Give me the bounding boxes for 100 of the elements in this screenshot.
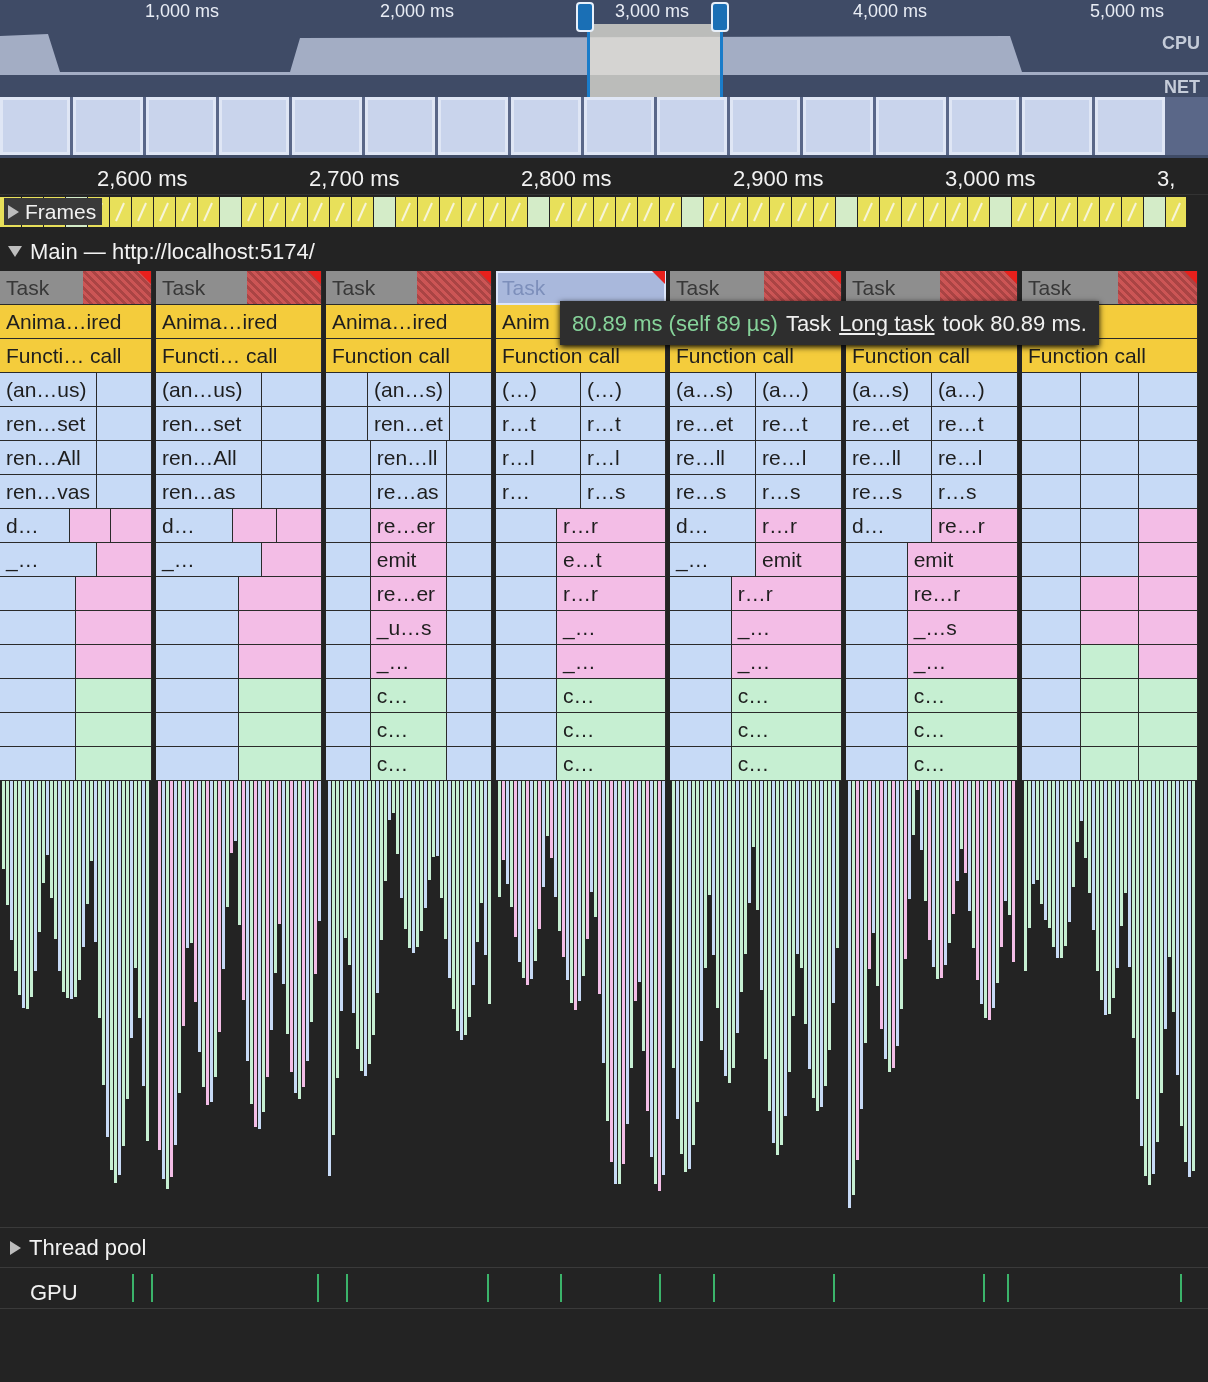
call-bar[interactable]: r…l — [581, 441, 666, 475]
call-bar[interactable]: c… — [557, 747, 666, 781]
flame-bar[interactable] — [326, 407, 369, 441]
flame-bar[interactable] — [670, 645, 732, 679]
flame-bar[interactable] — [97, 407, 152, 441]
call-bar[interactable]: re…as — [370, 475, 448, 509]
flame-bar[interactable] — [1139, 611, 1198, 645]
call-bar[interactable]: re…l — [756, 441, 842, 475]
expand-toggle[interactable] — [8, 204, 19, 219]
flame-bar[interactable] — [262, 407, 322, 441]
call-bar[interactable]: re…er — [370, 509, 448, 543]
flame-bar[interactable] — [1022, 509, 1081, 543]
expand-toggle[interactable] — [8, 245, 22, 257]
flame-bar[interactable] — [1139, 543, 1198, 577]
long-task-link[interactable]: Long task — [839, 306, 935, 340]
call-bar[interactable]: emit — [907, 543, 1018, 577]
call-bar[interactable]: re…ll — [670, 441, 756, 475]
flame-bar[interactable] — [97, 373, 152, 407]
task-bar[interactable]: Task — [0, 271, 152, 305]
flame-bar[interactable] — [76, 713, 152, 747]
flame-bar[interactable] — [447, 543, 492, 577]
flame-bar[interactable] — [156, 747, 239, 781]
flame-bar[interactable] — [447, 713, 492, 747]
call-bar[interactable]: e…t — [557, 543, 666, 577]
flame-bar[interactable] — [447, 475, 492, 509]
flame-bar[interactable] — [326, 509, 371, 543]
flame-bar[interactable] — [326, 713, 371, 747]
call-bar[interactable]: c… — [370, 713, 448, 747]
call-bar[interactable]: (a…s) — [846, 373, 932, 407]
flame-bar[interactable] — [239, 577, 322, 611]
flame-bar[interactable] — [156, 713, 239, 747]
flame-bar[interactable] — [277, 509, 322, 543]
flame-bar[interactable] — [326, 373, 369, 407]
flame-bar[interactable] — [846, 747, 908, 781]
call-bar[interactable]: d… — [0, 509, 70, 543]
call-bar[interactable]: (…) — [581, 373, 666, 407]
call-bar[interactable]: r…t — [496, 407, 581, 441]
flame-bar[interactable] — [1139, 747, 1198, 781]
flame-bar[interactable] — [1139, 713, 1198, 747]
task-bar[interactable]: Task — [156, 271, 322, 305]
call-bar[interactable]: ren…All — [0, 441, 97, 475]
call-bar[interactable]: ren…as — [156, 475, 263, 509]
call-bar[interactable]: Anima…ired — [326, 305, 492, 339]
flame-bar[interactable] — [496, 611, 557, 645]
call-bar[interactable]: re…er — [370, 577, 448, 611]
flame-bar[interactable] — [846, 611, 908, 645]
flame-bar[interactable] — [239, 611, 322, 645]
call-bar[interactable]: (a…s) — [670, 373, 756, 407]
call-bar[interactable]: _u…s — [370, 611, 448, 645]
flame-bar[interactable] — [326, 679, 371, 713]
flame-bar[interactable] — [326, 475, 371, 509]
flame-bar[interactable] — [846, 577, 908, 611]
flame-bar[interactable] — [1022, 679, 1081, 713]
call-bar[interactable]: c… — [731, 713, 842, 747]
flame-bar[interactable] — [156, 577, 239, 611]
call-bar[interactable]: _… — [370, 645, 448, 679]
flame-bar[interactable] — [496, 747, 557, 781]
flame-bar[interactable] — [447, 679, 492, 713]
flame-bar[interactable] — [1022, 747, 1081, 781]
flame-bar[interactable] — [846, 679, 908, 713]
flame-bar[interactable] — [0, 611, 76, 645]
flame-bar[interactable] — [239, 645, 322, 679]
flame-bar[interactable] — [1080, 713, 1140, 747]
selection-window[interactable] — [587, 24, 723, 97]
flame-bar[interactable] — [496, 543, 557, 577]
call-bar[interactable]: ren…All — [156, 441, 263, 475]
flame-bar[interactable] — [1139, 577, 1198, 611]
flame-bar[interactable] — [496, 679, 557, 713]
flame-bar[interactable] — [1022, 407, 1081, 441]
call-bar[interactable]: (…) — [496, 373, 581, 407]
flame-bar[interactable] — [0, 679, 76, 713]
call-bar[interactable]: (a…) — [756, 373, 842, 407]
call-bar[interactable]: (a…) — [932, 373, 1018, 407]
flame-bar[interactable] — [1022, 441, 1081, 475]
flame-bar[interactable] — [262, 373, 322, 407]
call-bar[interactable]: emit — [370, 543, 448, 577]
call-bar[interactable]: Functi… call — [156, 339, 322, 373]
flame-bar[interactable] — [1080, 747, 1140, 781]
call-bar[interactable]: re…et — [846, 407, 932, 441]
flame-bar[interactable] — [670, 713, 732, 747]
call-bar[interactable]: r…r — [731, 577, 842, 611]
flame-bar[interactable] — [447, 441, 492, 475]
call-bar[interactable]: r…r — [557, 509, 666, 543]
flame-bar[interactable] — [449, 407, 492, 441]
flame-bar[interactable] — [232, 509, 278, 543]
call-bar[interactable]: c… — [907, 747, 1018, 781]
flame-bar[interactable] — [69, 509, 111, 543]
call-bar[interactable]: ren…et — [368, 407, 450, 441]
flame-bar[interactable] — [0, 713, 76, 747]
flame-bar[interactable] — [670, 577, 732, 611]
call-bar[interactable]: r…s — [932, 475, 1018, 509]
flame-bar[interactable] — [326, 611, 371, 645]
call-bar[interactable]: _… — [907, 645, 1018, 679]
call-bar[interactable]: re…t — [756, 407, 842, 441]
flame-bar[interactable] — [239, 713, 322, 747]
flame-bar[interactable] — [1022, 645, 1081, 679]
call-bar[interactable]: r…s — [756, 475, 842, 509]
call-bar[interactable]: emit — [756, 543, 842, 577]
call-bar[interactable]: (an…s) — [368, 373, 450, 407]
selection-handle[interactable] — [576, 2, 594, 32]
